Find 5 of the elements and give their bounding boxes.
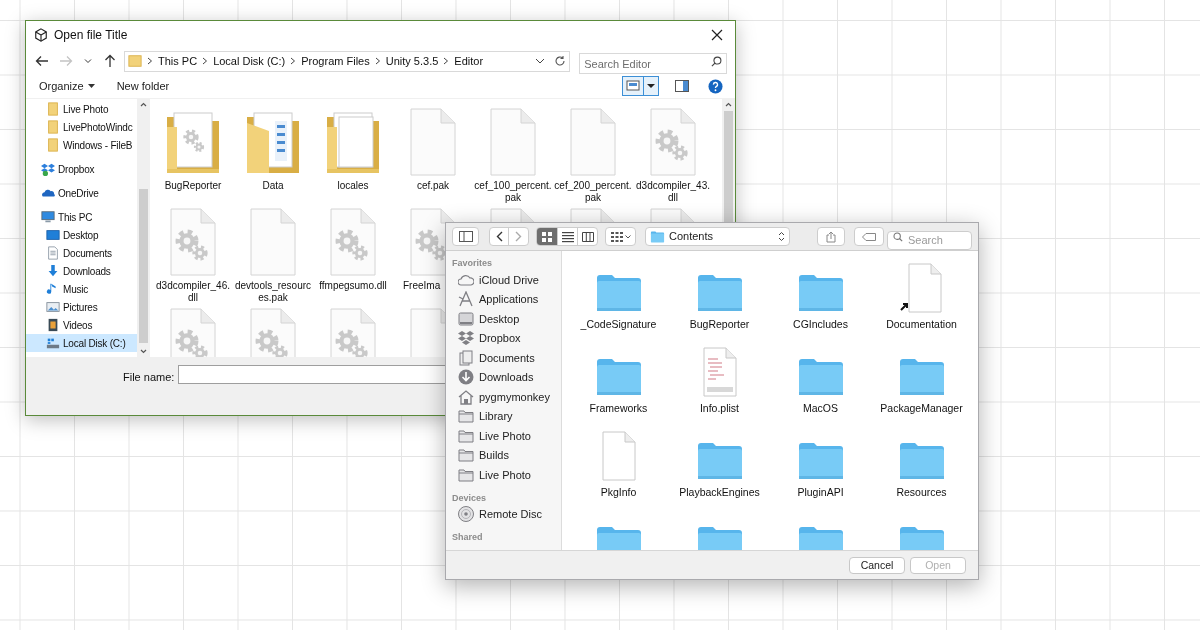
section-heading: Favorites — [451, 257, 494, 270]
window-title: Open file Title — [54, 26, 128, 44]
field-label: File name: — [123, 370, 175, 385]
section-heading: Shared — [451, 531, 484, 544]
section-heading: Devices — [451, 491, 488, 505]
